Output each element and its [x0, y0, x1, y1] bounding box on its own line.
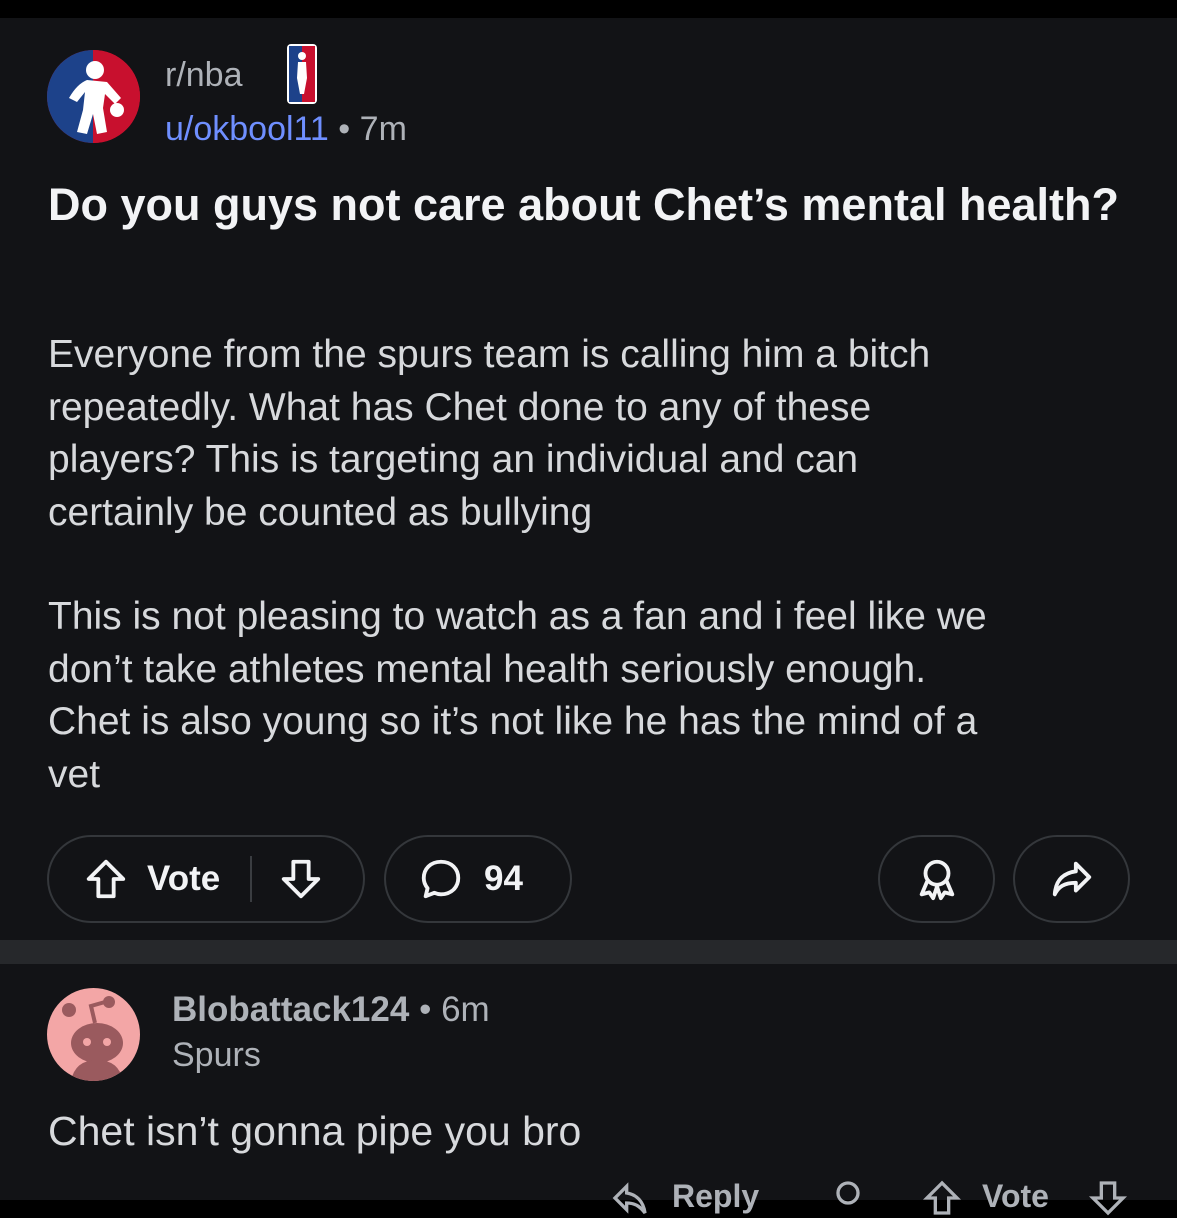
- subreddit-avatar[interactable]: [47, 50, 140, 143]
- section-divider: [0, 940, 1177, 964]
- vote-separator: [250, 856, 253, 902]
- body-line: certainly be counted as bullying: [48, 490, 593, 534]
- meta-separator: •: [419, 990, 432, 1029]
- user-flair: Spurs: [172, 1036, 261, 1074]
- body-line: don’t take athletes mental health seriou…: [48, 647, 927, 691]
- award-icon: [919, 859, 954, 901]
- top-strip: [0, 0, 1177, 18]
- comments-button[interactable]: 94: [384, 835, 572, 923]
- upvote-icon[interactable]: [83, 856, 129, 902]
- vote-label: Vote: [982, 1178, 1049, 1214]
- post-body-paragraph: This is not pleasing to watch as a fan a…: [48, 591, 1138, 801]
- comment-avatar[interactable]: [47, 988, 140, 1081]
- vote-label: Vote: [147, 859, 221, 898]
- comment-text: Chet isn’t gonna pipe you bro: [48, 1108, 582, 1154]
- nba-logo-icon: [47, 50, 140, 143]
- body-line: players? This is targeting an individual…: [48, 438, 859, 481]
- meta-separator: •: [338, 110, 351, 148]
- post-age: 7m: [359, 110, 407, 148]
- body-line: repeatedly. What has Chet done to any of…: [48, 385, 872, 429]
- body-line: This is not pleasing to watch as a fan a…: [48, 595, 987, 638]
- reply-label[interactable]: Reply: [672, 1178, 759, 1215]
- share-button[interactable]: [1013, 835, 1130, 923]
- subreddit-name[interactable]: r/nba: [165, 56, 243, 95]
- upvote-icon[interactable]: [922, 1178, 962, 1218]
- comment-meta: Blobattack124 • 6m: [172, 990, 490, 1030]
- downvote-icon[interactable]: [1088, 1178, 1128, 1218]
- post-title[interactable]: Do you guys not care about Chet’s mental…: [48, 176, 1128, 234]
- body-line: vet: [48, 752, 101, 796]
- post-body-paragraph: Everyone from the spurs team is calling …: [48, 329, 1138, 539]
- downvote-icon[interactable]: [278, 856, 324, 902]
- share-icon: [1052, 861, 1091, 897]
- body-line: Chet is also young so it’s not like he h…: [48, 700, 978, 743]
- post-meta: u/okbool11 • 7m: [165, 110, 407, 149]
- reply-icon[interactable]: [610, 1178, 650, 1218]
- body-line: Everyone from the spurs team is calling …: [48, 333, 931, 376]
- award-icon[interactable]: [828, 1178, 868, 1218]
- snoo-avatar-icon: [62, 996, 123, 1081]
- comment-username[interactable]: Blobattack124: [172, 990, 409, 1029]
- award-button[interactable]: [878, 835, 995, 923]
- author-link[interactable]: u/okbool11: [165, 110, 329, 148]
- nba-flair-icon: [287, 44, 317, 104]
- comment-count: 94: [484, 859, 523, 898]
- comment-icon: [421, 859, 461, 899]
- vote-pill: Vote: [47, 835, 365, 923]
- comment-actions: Reply Vote: [600, 1178, 1160, 1218]
- comment-age: 6m: [441, 990, 490, 1029]
